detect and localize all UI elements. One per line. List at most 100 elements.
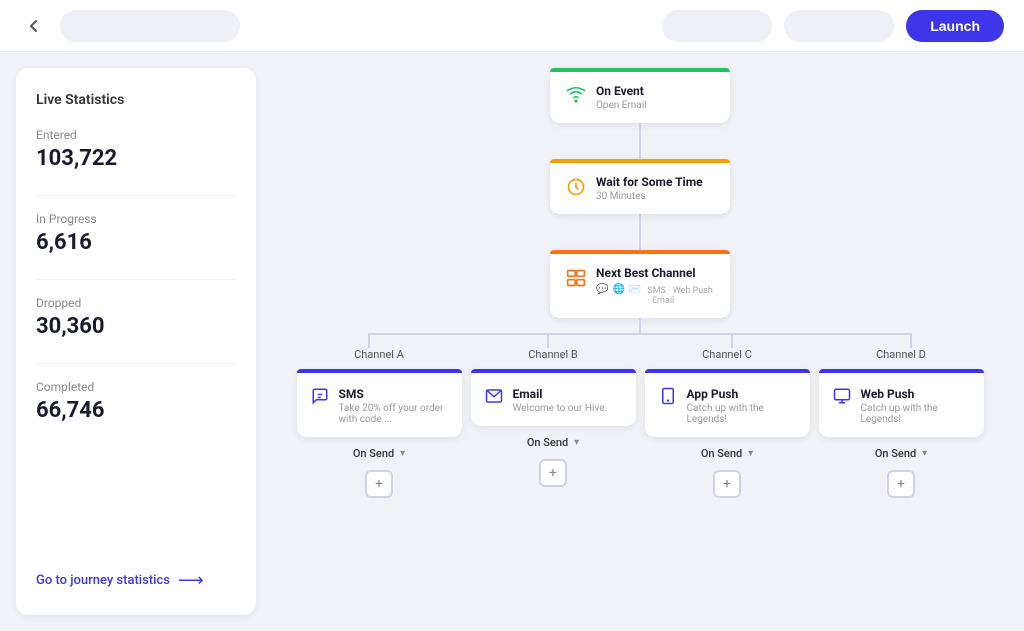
main-layout: Live Statistics Entered 103,722 In Progr… [0,52,1024,631]
nav-pill-2 [784,10,894,42]
on-event-subtitle: Open Email [596,100,647,111]
arrow-right-icon: ⟶ [178,570,204,591]
next-best-node[interactable]: Next Best Channel 💬 🌐 ✉️ SMS · Web Push … [550,250,730,318]
divider-3 [36,363,236,364]
web-push-bar [819,369,984,373]
node-bar-orange [550,250,730,254]
web-push-chevron-icon: ▾ [922,448,927,459]
flow-container: On Event Open Email [272,68,1008,568]
web-push-add-button[interactable]: + [887,470,915,498]
wait-title: Wait for Some Time [596,175,703,189]
email-bar [471,369,636,373]
email-card-subtitle: Welcome to our Hive. [513,403,608,414]
node-bar-green [550,68,730,72]
push-mini-icon: 🌐 [612,284,624,306]
clock-icon [566,177,586,202]
app-push-bar [645,369,810,373]
email-add-button[interactable]: + [539,459,567,487]
sms-card-icon [311,387,329,409]
branch-down-3 [731,333,733,348]
go-to-journey-link[interactable]: Go to journey statistics ⟶ [36,560,236,591]
sms-on-send-label: On Send [353,447,394,460]
app-push-card-subtitle: Catch up with the Legends! [687,403,796,425]
channel-icon [566,268,586,293]
app-push-card-title: App Push [687,387,796,401]
email-card[interactable]: Email Welcome to our Hive. [471,369,636,426]
web-push-card-title: Web Push [861,387,970,401]
v-to-branch [639,318,641,333]
in-progress-label: In Progress [36,212,236,226]
branch-col-a: SMS Take 20% off your order with code ..… [294,369,464,498]
web-push-card-subtitle: Catch up with the Legends! [861,403,970,425]
app-push-on-send[interactable]: On Send ▾ [701,447,753,460]
branch-down-4 [910,333,912,348]
branch-cards: SMS Take 20% off your order with code ..… [272,369,1008,498]
channel-b-label: Channel B [468,348,638,361]
stat-dropped: Dropped 30,360 [36,296,236,339]
dropped-label: Dropped [36,296,236,310]
flow-canvas: On Event Open Email [256,52,1024,631]
sms-card-subtitle: Take 20% off your order with code ... [339,403,448,425]
branch-col-d: Web Push Catch up with the Legends! On S… [816,369,986,498]
email-chevron-icon: ▾ [574,437,579,448]
top-nav: Launch [0,0,1024,52]
go-link-text: Go to journey statistics [36,573,170,588]
stat-entered: Entered 103,722 [36,128,236,171]
sms-card[interactable]: SMS Take 20% off your order with code ..… [297,369,462,437]
app-push-card[interactable]: App Push Catch up with the Legends! [645,369,810,437]
sms-bar [297,369,462,373]
launch-button[interactable]: Launch [906,10,1004,42]
email-on-send[interactable]: On Send ▾ [527,436,579,449]
journey-name-pill [60,10,240,42]
completed-label: Completed [36,380,236,394]
connector-1 [639,123,641,159]
on-event-title: On Event [596,84,647,98]
entered-value: 103,722 [36,146,236,171]
node-bar-yellow [550,159,730,163]
stat-in-progress: In Progress 6,616 [36,212,236,255]
branch-col-b: Email Welcome to our Hive. On Send ▾ + [468,369,638,498]
back-button[interactable] [20,12,48,40]
completed-value: 66,746 [36,398,236,423]
app-push-chevron-icon: ▾ [748,448,753,459]
branch-col-c: App Push Catch up with the Legends! On S… [642,369,812,498]
dropped-value: 30,360 [36,314,236,339]
email-card-title: Email [513,387,608,401]
h-branch-line [368,333,913,335]
sms-chevron-icon: ▾ [400,448,405,459]
divider-1 [36,195,236,196]
sidebar: Live Statistics Entered 103,722 In Progr… [16,68,256,615]
email-card-icon [485,387,503,409]
channel-c-label: Channel C [642,348,812,361]
divider-2 [36,279,236,280]
email-on-send-label: On Send [527,436,568,449]
connector-2 [639,214,641,250]
next-best-title: Next Best Channel [596,266,714,280]
channel-a-label: Channel A [294,348,464,361]
sms-add-button[interactable]: + [365,470,393,498]
sidebar-title: Live Statistics [36,92,236,108]
web-push-card-icon [833,387,851,409]
wait-subtitle: 30 Minutes [596,191,703,202]
branch-connector [272,318,1008,348]
next-best-subtitle: SMS · Web Push · Email [647,286,714,306]
entered-label: Entered [36,128,236,142]
web-push-card[interactable]: Web Push Catch up with the Legends! [819,369,984,437]
on-event-node[interactable]: On Event Open Email [550,68,730,123]
sms-on-send[interactable]: On Send ▾ [353,447,405,460]
branch-area: Channel A Channel B Channel C Channel D [272,318,1008,498]
signal-icon [566,86,586,111]
branch-down-1 [368,333,370,348]
sms-mini-icon: 💬 [596,284,608,306]
nav-pill-1 [662,10,772,42]
branch-down-2 [547,333,549,348]
channel-d-label: Channel D [816,348,986,361]
web-push-on-send[interactable]: On Send ▾ [875,447,927,460]
wait-node[interactable]: Wait for Some Time 30 Minutes [550,159,730,214]
channel-icons-row: 💬 🌐 ✉️ SMS · Web Push · Email [596,284,714,306]
email-mini-icon: ✉️ [629,284,641,306]
app-push-add-button[interactable]: + [713,470,741,498]
in-progress-value: 6,616 [36,230,236,255]
web-push-on-send-label: On Send [875,447,916,460]
branch-labels: Channel A Channel B Channel C Channel D [272,348,1008,361]
